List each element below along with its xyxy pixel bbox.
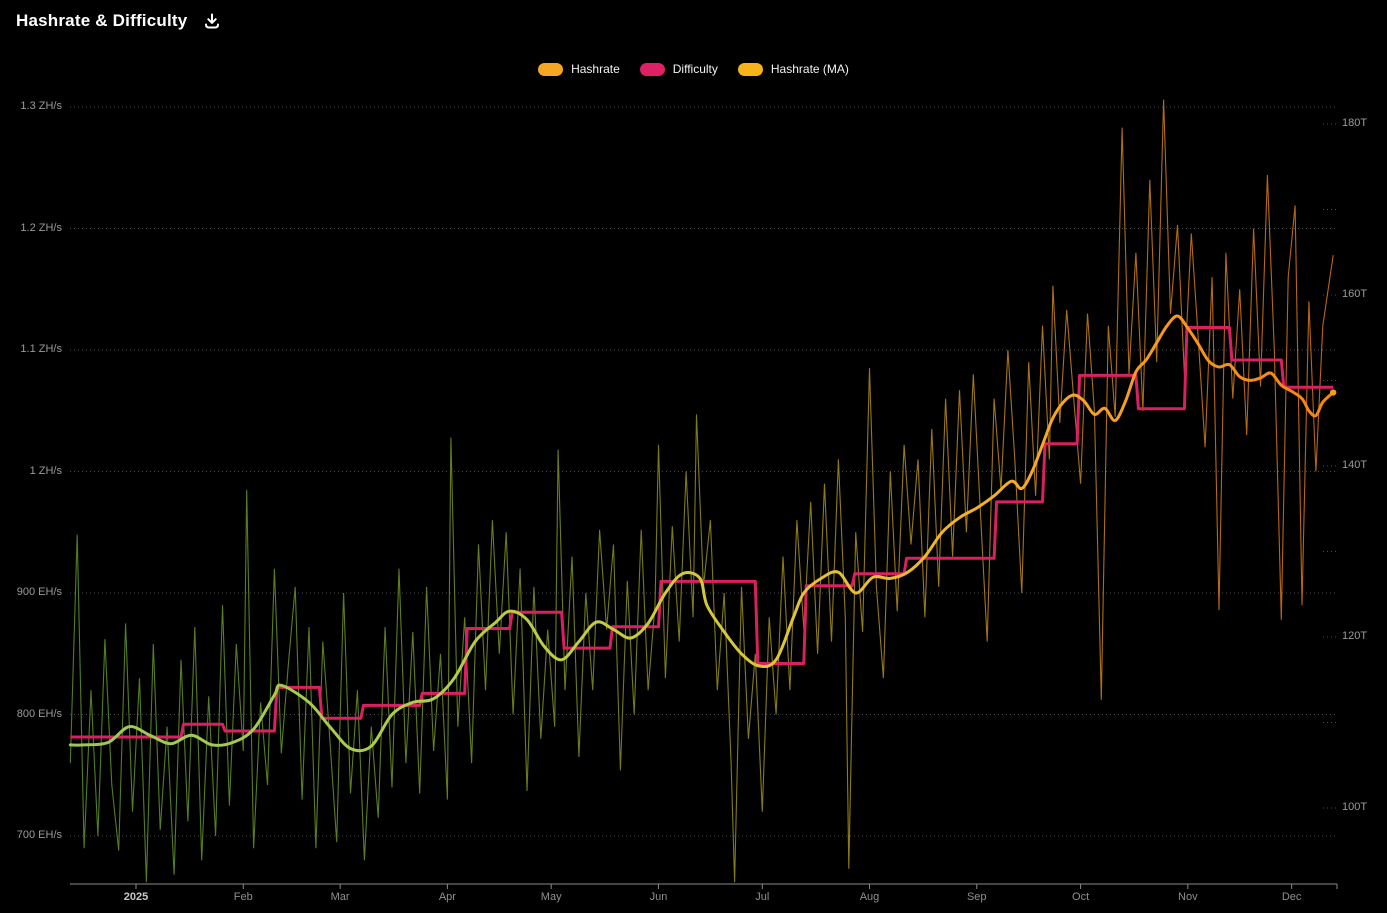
y-axis-label-right: 100T [1342,801,1386,813]
x-axis-label: Sep [945,891,1009,903]
legend-item-difficulty[interactable]: Difficulty [640,62,718,76]
x-axis-label: Mar [308,891,372,903]
legend-item-hashrate[interactable]: Hashrate [538,62,620,76]
x-axis-label: Jul [730,891,794,903]
y-axis-label-right: 140T [1342,459,1386,471]
x-axis-label: Dec [1260,891,1324,903]
download-icon [203,12,221,30]
legend-item-hashrate-ma[interactable]: Hashrate (MA) [738,62,849,76]
y-axis-label-right: 120T [1342,630,1386,642]
chart-svg [0,0,1387,913]
y-axis-label-left: 1.3 ZH/s [0,100,62,112]
hashrate-line [70,100,1333,883]
legend-swatch-difficulty [640,63,665,76]
y-axis-label-left: 800 EH/s [0,708,62,720]
legend-swatch-hashrate [538,63,563,76]
chart-canvas[interactable]: 1.3 ZH/s 1.2 ZH/s 1.1 ZH/s 1 ZH/s 900 EH/s 80… [0,0,1387,913]
y-axis-label-left: 1 ZH/s [0,465,62,477]
panel-header: Hashrate & Difficulty [16,10,223,32]
legend-swatch-hashrate-ma [738,63,763,76]
x-axis-label: 2025 [104,891,168,903]
y-axis-label-left: 1.1 ZH/s [0,343,62,355]
download-button[interactable] [201,10,223,32]
x-axis-label: Nov [1156,891,1220,903]
right-axis-tick-stubs [1323,124,1336,808]
x-axis-label: Apr [415,891,479,903]
y-axis-label-right: 180T [1342,117,1386,129]
x-axis-label: Oct [1049,891,1113,903]
x-axis-label: May [519,891,583,903]
gridlines [70,107,1337,836]
x-axis [70,884,1337,889]
x-axis-label: Jun [626,891,690,903]
page-title: Hashrate & Difficulty [16,11,187,31]
y-axis-label-right: 160T [1342,288,1386,300]
x-axis-label: Aug [838,891,902,903]
legend-label: Hashrate (MA) [771,62,849,76]
y-axis-label-left: 700 EH/s [0,829,62,841]
x-axis-label: Feb [211,891,275,903]
legend-label: Hashrate [571,62,620,76]
legend-label: Difficulty [673,62,718,76]
chart-legend: Hashrate Difficulty Hashrate (MA) [0,62,1387,76]
y-axis-label-left: 900 EH/s [0,586,62,598]
hashrate-difficulty-panel: Hashrate & Difficulty Hashrate Difficult… [0,0,1387,913]
y-axis-label-left: 1.2 ZH/s [0,222,62,234]
hashrate-ma-end-dot [1330,389,1336,395]
